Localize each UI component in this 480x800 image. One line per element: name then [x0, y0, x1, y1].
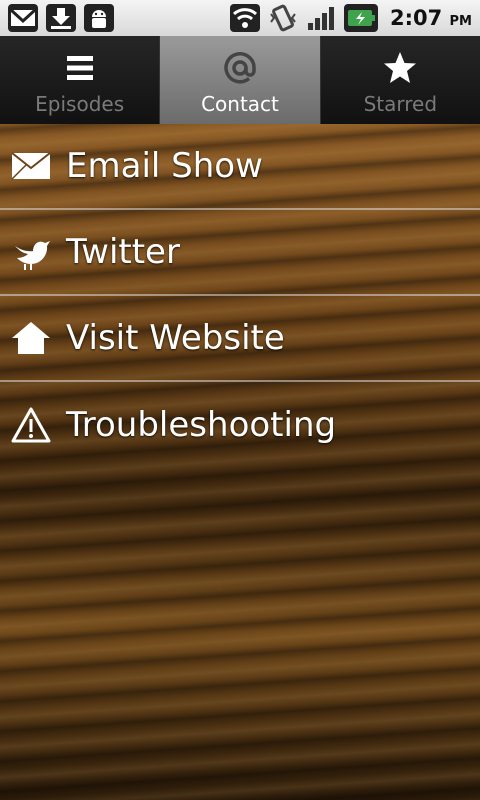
menu-item-label: Email Show — [66, 146, 263, 186]
warning-icon — [10, 404, 52, 446]
tab-bar: Episodes Contact Starred — [0, 36, 480, 124]
gmail-icon — [8, 4, 38, 32]
bird-icon — [10, 231, 52, 273]
at-icon — [222, 50, 258, 86]
tab-label: Episodes — [35, 92, 125, 116]
tab-starred[interactable]: Starred — [320, 36, 480, 124]
list-icon — [65, 50, 95, 86]
contact-content: Email Show Twitter Visit Website Trouble… — [0, 124, 480, 800]
signal-icon — [306, 4, 336, 32]
status-bar: 2:07 PM — [0, 0, 480, 36]
menu-item-label: Twitter — [66, 232, 180, 272]
star-icon — [382, 50, 418, 86]
system-icons: 2:07 PM — [229, 4, 472, 32]
notification-icons — [8, 4, 114, 32]
tab-label: Contact — [201, 92, 279, 116]
battery-icon — [343, 4, 378, 32]
vibrate-icon — [268, 4, 298, 32]
envelope-icon — [10, 145, 52, 187]
tab-label: Starred — [363, 92, 438, 116]
menu-item-troubleshooting[interactable]: Troubleshooting — [0, 382, 480, 468]
menu-item-label: Visit Website — [66, 318, 285, 358]
menu-item-label: Troubleshooting — [66, 405, 337, 445]
tab-episodes[interactable]: Episodes — [0, 36, 161, 124]
home-icon — [10, 317, 52, 359]
menu-item-email-show[interactable]: Email Show — [0, 124, 480, 210]
tab-contact[interactable]: Contact — [160, 36, 321, 124]
menu-item-visit-website[interactable]: Visit Website — [0, 296, 480, 382]
clock: 2:07 PM — [389, 6, 472, 30]
download-icon — [46, 4, 76, 32]
android-debug-icon — [84, 4, 114, 32]
contact-menu: Email Show Twitter Visit Website Trouble… — [0, 124, 480, 468]
wifi-icon — [229, 4, 260, 32]
menu-item-twitter[interactable]: Twitter — [0, 210, 480, 296]
